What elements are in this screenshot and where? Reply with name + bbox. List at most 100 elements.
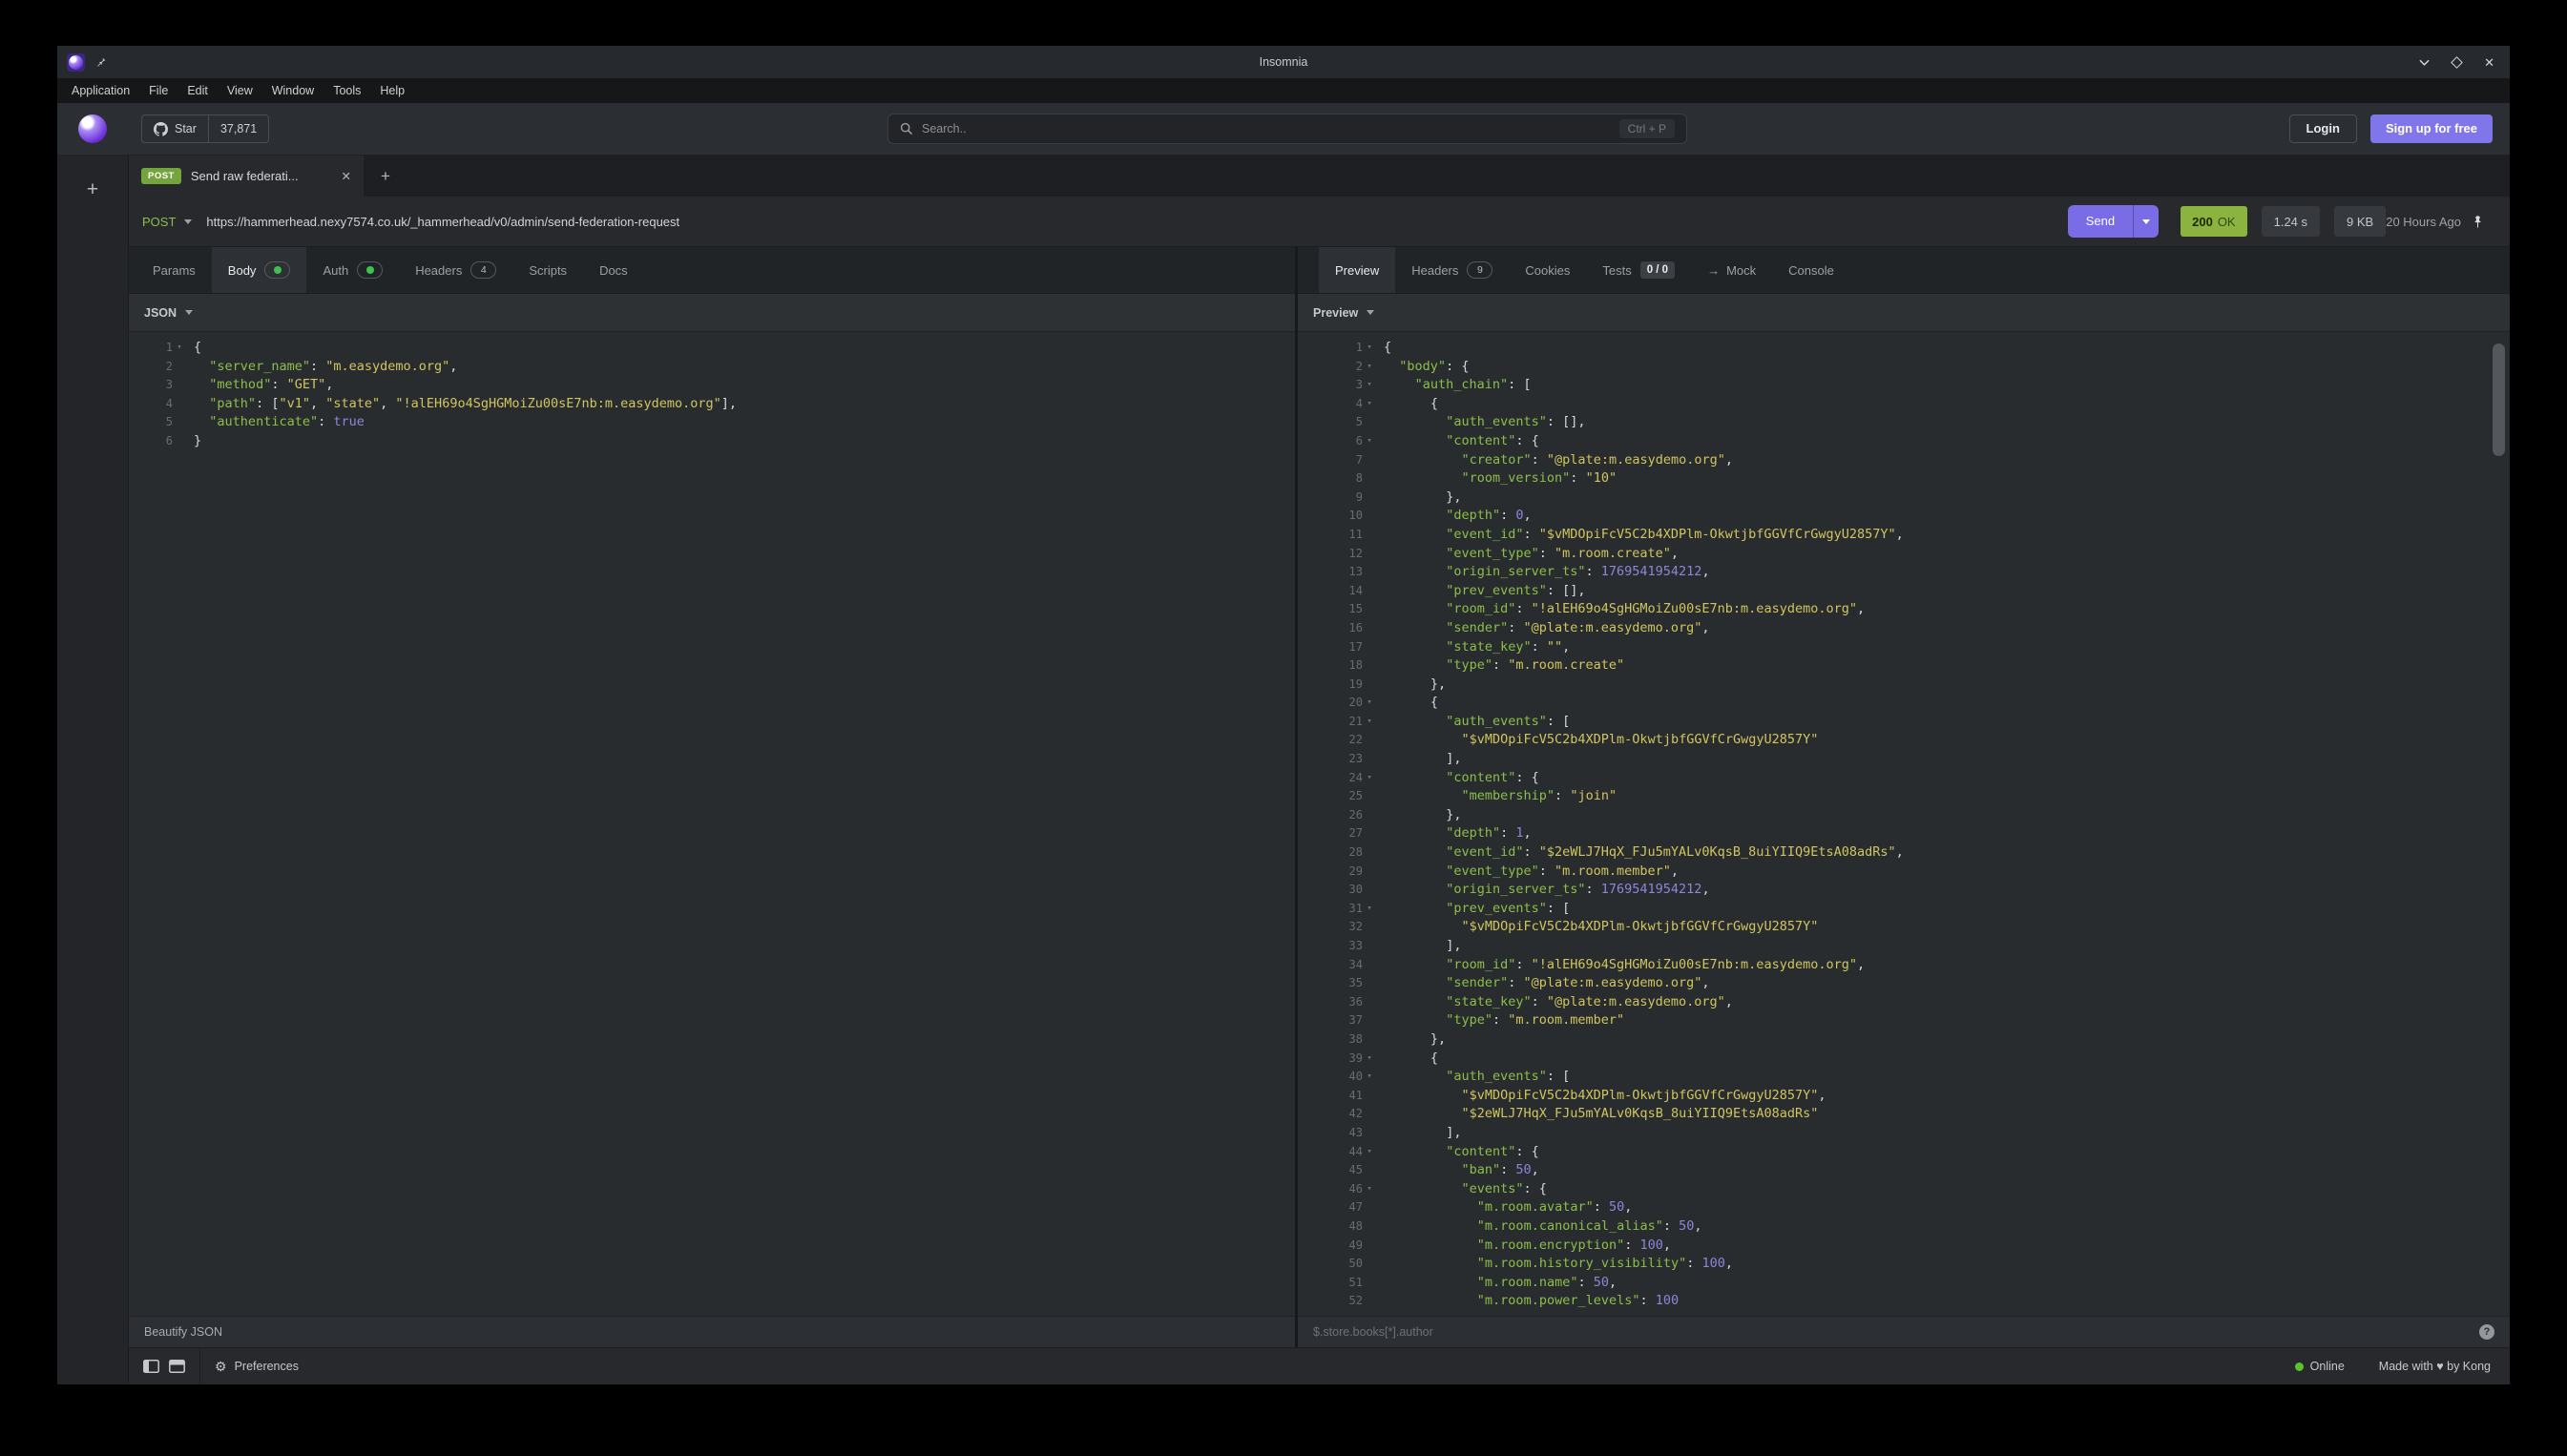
request-tab-body[interactable]: Body <box>212 247 307 293</box>
request-tab-docs[interactable]: Docs <box>583 247 644 293</box>
response-tab-tests[interactable]: Tests0 / 0 <box>1586 247 1691 293</box>
signup-button[interactable]: Sign up for free <box>2370 114 2493 143</box>
line-number: 3 <box>129 376 173 395</box>
code-text: { <box>1376 1050 1438 1069</box>
code-text: "event_type": "m.room.create", <box>1376 545 1679 564</box>
code-text: "m.room.name": 50, <box>1376 1274 1617 1293</box>
fold-arrow-icon[interactable]: ▾ <box>1363 900 1376 919</box>
response-tab-mock[interactable]: →Mock <box>1691 247 1772 293</box>
green-dot-icon <box>366 266 374 274</box>
fold-arrow-icon[interactable]: ▾ <box>1363 395 1376 414</box>
code-line: 4"path": ["v1", "state", "!alEH69o4SgHGM… <box>129 395 1295 414</box>
new-project-button[interactable]: + <box>87 178 98 1384</box>
code-text: "type": "m.room.create" <box>1376 656 1624 676</box>
send-options-button[interactable] <box>2133 205 2159 238</box>
line-number: 30 <box>1298 881 1363 900</box>
menu-help[interactable]: Help <box>370 84 414 97</box>
line-number: 27 <box>1298 824 1363 843</box>
url-input[interactable]: https://hammerhead.nexy7574.co.uk/_hamme… <box>206 215 2067 229</box>
line-number: 29 <box>1298 863 1363 882</box>
maximize-icon[interactable] <box>2451 56 2463 69</box>
line-number: 10 <box>1298 507 1363 526</box>
response-age[interactable]: 20 Hours Ago <box>2386 215 2461 229</box>
request-body-editor[interactable]: 1▾{2"server_name": "m.easydemo.org",3"me… <box>129 332 1295 1316</box>
fold-arrow-icon[interactable]: ▾ <box>1363 1180 1376 1199</box>
fold-arrow-icon[interactable]: ▾ <box>1363 1068 1376 1087</box>
request-tab-headers[interactable]: Headers4 <box>399 247 512 293</box>
code-line: 4▾{ <box>1298 395 2510 414</box>
response-filter-input[interactable]: $.store.books[*].author <box>1313 1325 2479 1339</box>
response-tab-console[interactable]: Console <box>1772 247 1850 293</box>
fold-arrow-icon[interactable]: ▾ <box>1363 769 1376 788</box>
line-number: 7 <box>1298 451 1363 470</box>
fold-arrow-icon[interactable]: ▾ <box>1363 358 1376 377</box>
search-input[interactable]: Search.. Ctrl + P <box>887 114 1687 144</box>
tab-close-icon[interactable]: ✕ <box>342 169 351 183</box>
close-window-icon[interactable]: ✕ <box>2484 56 2494 69</box>
minimize-icon[interactable] <box>2419 57 2430 68</box>
line-number: 51 <box>1298 1274 1363 1293</box>
fold-arrow-icon[interactable]: ▾ <box>1363 1143 1376 1162</box>
preview-mode-dropdown[interactable]: Preview <box>1298 294 2510 332</box>
fold-arrow-icon[interactable]: ▾ <box>1363 339 1376 358</box>
fold-arrow-icon[interactable]: ▾ <box>1363 432 1376 451</box>
code-line: 3▾"auth_chain": [ <box>1298 376 2510 395</box>
response-tab-preview[interactable]: Preview <box>1319 247 1395 293</box>
toggle-sidebar-icon[interactable] <box>143 1360 159 1373</box>
code-text: } <box>186 432 201 451</box>
beautify-json-button[interactable]: Beautify JSON <box>144 1325 222 1339</box>
fold-arrow-icon[interactable]: ▾ <box>1363 376 1376 395</box>
preview-mode-label: Preview <box>1313 306 1358 320</box>
online-status[interactable]: Online <box>2295 1360 2345 1373</box>
insomnia-logo-icon <box>69 55 83 70</box>
menu-view[interactable]: View <box>218 84 262 97</box>
body-type-dropdown[interactable]: JSON <box>129 294 1295 332</box>
request-tab-scripts[interactable]: Scripts <box>512 247 583 293</box>
menu-tools[interactable]: Tools <box>323 84 370 97</box>
response-body-viewer[interactable]: 1▾{2▾"body": {3▾"auth_chain": [4▾{5"auth… <box>1298 332 2510 1316</box>
menu-edit[interactable]: Edit <box>177 84 218 97</box>
toolbar: Star 37,871 Search.. Ctrl + P Login Sign… <box>57 103 2510 156</box>
enabled-dot-badge <box>264 261 290 279</box>
preferences-button[interactable]: ⚙ Preferences <box>200 1359 299 1375</box>
line-number: 18 <box>1298 656 1363 676</box>
star-count[interactable]: 37,871 <box>208 115 268 142</box>
green-dot-icon <box>274 266 282 274</box>
code-line: 2"server_name": "m.easydemo.org", <box>129 358 1295 377</box>
pin-response-icon[interactable] <box>2471 215 2485 229</box>
filter-help-icon[interactable]: ? <box>2479 1324 2494 1340</box>
new-tab-button[interactable]: + <box>364 156 407 197</box>
fold-arrow-icon[interactable]: ▾ <box>173 339 186 358</box>
fold-arrow-icon[interactable]: ▾ <box>1363 713 1376 732</box>
tab-label: Cookies <box>1525 263 1570 278</box>
scrollbar-thumb[interactable] <box>2493 343 2505 456</box>
code-text: "method": "GET", <box>186 376 333 395</box>
send-button[interactable]: Send <box>2068 205 2133 238</box>
code-text: "events": { <box>1376 1180 1547 1199</box>
request-tab-params[interactable]: Params <box>136 247 212 293</box>
menu-application[interactable]: Application <box>72 84 139 97</box>
method-dropdown[interactable]: POST <box>142 215 192 229</box>
request-tab-auth[interactable]: Auth <box>306 247 399 293</box>
line-number: 4 <box>129 395 173 414</box>
menu-file[interactable]: File <box>139 84 177 97</box>
fold-arrow-icon[interactable]: ▾ <box>1363 1050 1376 1069</box>
menu-window[interactable]: Window <box>262 84 323 97</box>
line-number: 36 <box>1298 993 1363 1012</box>
tab-label: Docs <box>599 263 628 278</box>
line-number: 5 <box>1298 413 1363 432</box>
toggle-panel-icon[interactable] <box>169 1360 185 1373</box>
code-text: "prev_events": [], <box>1376 582 1586 601</box>
code-line: 7"creator": "@plate:m.easydemo.org", <box>1298 451 2510 470</box>
response-tab-cookies[interactable]: Cookies <box>1509 247 1586 293</box>
code-text: "body": { <box>1376 358 1469 377</box>
request-tab[interactable]: POST Send raw federati... ✕ <box>129 156 364 197</box>
github-star-widget[interactable]: Star 37,871 <box>141 114 269 143</box>
response-tab-headers[interactable]: Headers9 <box>1395 247 1509 293</box>
login-button[interactable]: Login <box>2289 114 2357 143</box>
fold-arrow-icon[interactable]: ▾ <box>1363 694 1376 713</box>
code-text: "content": { <box>1376 432 1539 451</box>
code-line: 39▾{ <box>1298 1050 2510 1069</box>
code-line: 37"type": "m.room.member" <box>1298 1011 2510 1030</box>
code-line: 1▾{ <box>1298 339 2510 358</box>
